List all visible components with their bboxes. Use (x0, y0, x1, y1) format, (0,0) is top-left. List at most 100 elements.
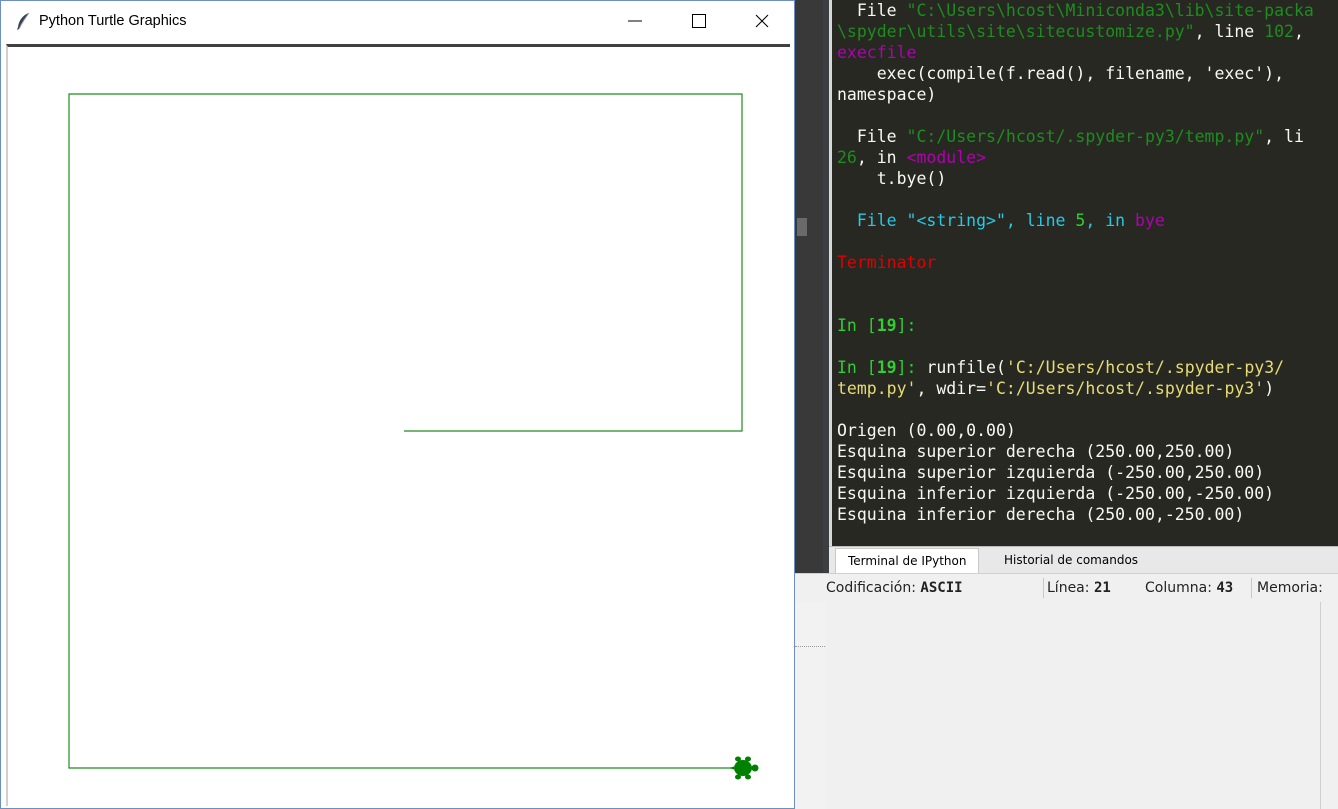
console-text: Origen (0.00,0.00) (837, 421, 1016, 440)
console-text: ) (1264, 379, 1275, 398)
editor-scroll-strip[interactable] (795, 0, 823, 575)
scroll-thumb[interactable] (797, 218, 807, 236)
console-text: File (837, 1, 907, 20)
console-text: File "<string>", line (837, 211, 1076, 230)
line-status: Línea: 21 (1047, 574, 1111, 602)
console-line: Terminator (837, 252, 1338, 273)
console-text: ]: (896, 358, 927, 377)
console-line: exec(compile(f.read(), filename, 'exec')… (837, 63, 1338, 84)
console-text: 19 (876, 358, 897, 377)
console-text: 102 (1264, 22, 1294, 41)
console-text: "C:\Users\hcost\Miniconda3\lib\site-pack… (906, 1, 1314, 20)
encoding-value: ASCII (920, 580, 963, 596)
line-value: 21 (1093, 580, 1111, 596)
console-text: t.bye() (837, 169, 947, 188)
console-text: execfile (837, 43, 917, 62)
console-line: In [19]: runfile('C:/Users/hcost/.spyder… (837, 357, 1338, 378)
encoding-status: Codificación: ASCII (826, 574, 963, 602)
minimize-icon (628, 20, 642, 22)
console-line: namespace) (837, 84, 1338, 105)
pane-border (1320, 602, 1321, 809)
console-line: \spyder\utils\site\sitecustomize.py", li… (837, 21, 1338, 42)
console-line: temp.py', wdir='C:/Users/hcost/.spyder-p… (837, 378, 1338, 399)
console-text: 19 (876, 316, 897, 335)
turtle-path (68, 93, 743, 769)
console-text: temp.py' (837, 379, 917, 398)
console-text: ]: (896, 316, 917, 335)
console-line: File "<string>", line 5, in bye (837, 210, 1338, 231)
encoding-label: Codificación: (826, 580, 916, 596)
console-text: exec(compile(f.read(), filename, 'exec')… (837, 64, 1285, 83)
feather-icon (17, 12, 30, 30)
console-text: 5 (1075, 211, 1086, 230)
tab-command-history[interactable]: Historial de comandos (992, 548, 1150, 572)
maximize-icon (692, 14, 706, 28)
console-line: Esquina inferior derecha (250.00,-250.00… (837, 504, 1338, 525)
console-text: 'C:/Users/hcost/.spyder-py3' (986, 379, 1265, 398)
ipython-console[interactable]: File "C:\Users\hcost\Miniconda3\lib\site… (829, 0, 1338, 546)
console-line: execfile (837, 42, 1338, 63)
column-label: Columna: (1145, 580, 1212, 596)
console-line: Esquina inferior izquierda (-250.00,-250… (837, 483, 1338, 504)
close-icon (755, 14, 769, 28)
console-line: Esquina superior izquierda (-250.00,250.… (837, 462, 1338, 483)
console-text: <module> (906, 148, 987, 167)
console-line: 26, in <module> (837, 147, 1338, 168)
console-text: , in (1085, 211, 1136, 230)
console-text: \spyder\utils\site\sitecustomize.py" (837, 22, 1195, 41)
close-button[interactable] (730, 1, 794, 42)
console-text: namespace) (837, 85, 937, 104)
window-titlebar[interactable]: Python Turtle Graphics (1, 1, 794, 42)
turtle-canvas (68, 93, 759, 780)
maximize-button[interactable] (667, 1, 731, 42)
console-text: , li (1264, 127, 1304, 146)
console-line: Esquina superior derecha (250.00,250.00) (837, 441, 1338, 462)
console-text: File (837, 127, 907, 146)
console-text: 26 (837, 148, 857, 167)
minimize-button[interactable] (603, 1, 667, 42)
status-divider (1043, 578, 1044, 598)
console-text: 'C:/Users/hcost/.spyder-py3/ (1005, 358, 1285, 377)
line-label: Línea: (1047, 580, 1090, 596)
console-text: Esquina superior izquierda (-250.00,250.… (837, 463, 1265, 482)
console-line: File "C:/Users/hcost/.spyder-py3/temp.py… (837, 126, 1338, 147)
console-line: File "C:\Users\hcost\Miniconda3\lib\site… (837, 0, 1338, 21)
console-text: In [ (837, 358, 877, 377)
console-text: Esquina superior derecha (250.00,250.00) (837, 442, 1235, 461)
console-text: bye (1135, 211, 1165, 230)
window-title: Python Turtle Graphics (39, 13, 187, 29)
console-line: t.bye() (837, 168, 1338, 189)
console-line: Origen (0.00,0.00) (837, 420, 1338, 441)
status-divider (1251, 578, 1252, 598)
console-text: "C:/Users/hcost/.spyder-py3/temp.py" (906, 127, 1265, 146)
turtle-canvas-frame (6, 44, 790, 806)
console-text: , (1293, 22, 1304, 41)
console-text: , wdir= (916, 379, 987, 398)
column-status: Columna: 43 (1145, 574, 1233, 602)
console-text: Esquina inferior derecha (250.00,-250.00… (837, 505, 1245, 524)
turtle-graphics-window: Python Turtle Graphics (0, 0, 795, 809)
console-line: In [19]: (837, 315, 1338, 336)
left-lower-pane (795, 602, 825, 809)
console-text: runfile( (926, 358, 1006, 377)
tab-ipython-terminal[interactable]: Terminal de IPython (835, 548, 980, 573)
column-value: 43 (1216, 580, 1234, 596)
console-text: In [ (837, 316, 877, 335)
console-tabs: Terminal de IPython Historial de comando… (829, 546, 1338, 573)
console-text: Esquina inferior izquierda (-250.00,-250… (837, 484, 1275, 503)
status-bar: Codificación: ASCII Línea: 21 Columna: 4… (795, 573, 1338, 602)
pane-splitter[interactable] (795, 646, 825, 647)
console-text: , in (856, 148, 907, 167)
memory-status: Memoria: (1257, 580, 1323, 596)
console-text: Terminator (837, 253, 937, 272)
lower-pane (825, 602, 1338, 809)
console-text: , line (1194, 22, 1265, 41)
turtle-icon (729, 756, 759, 780)
